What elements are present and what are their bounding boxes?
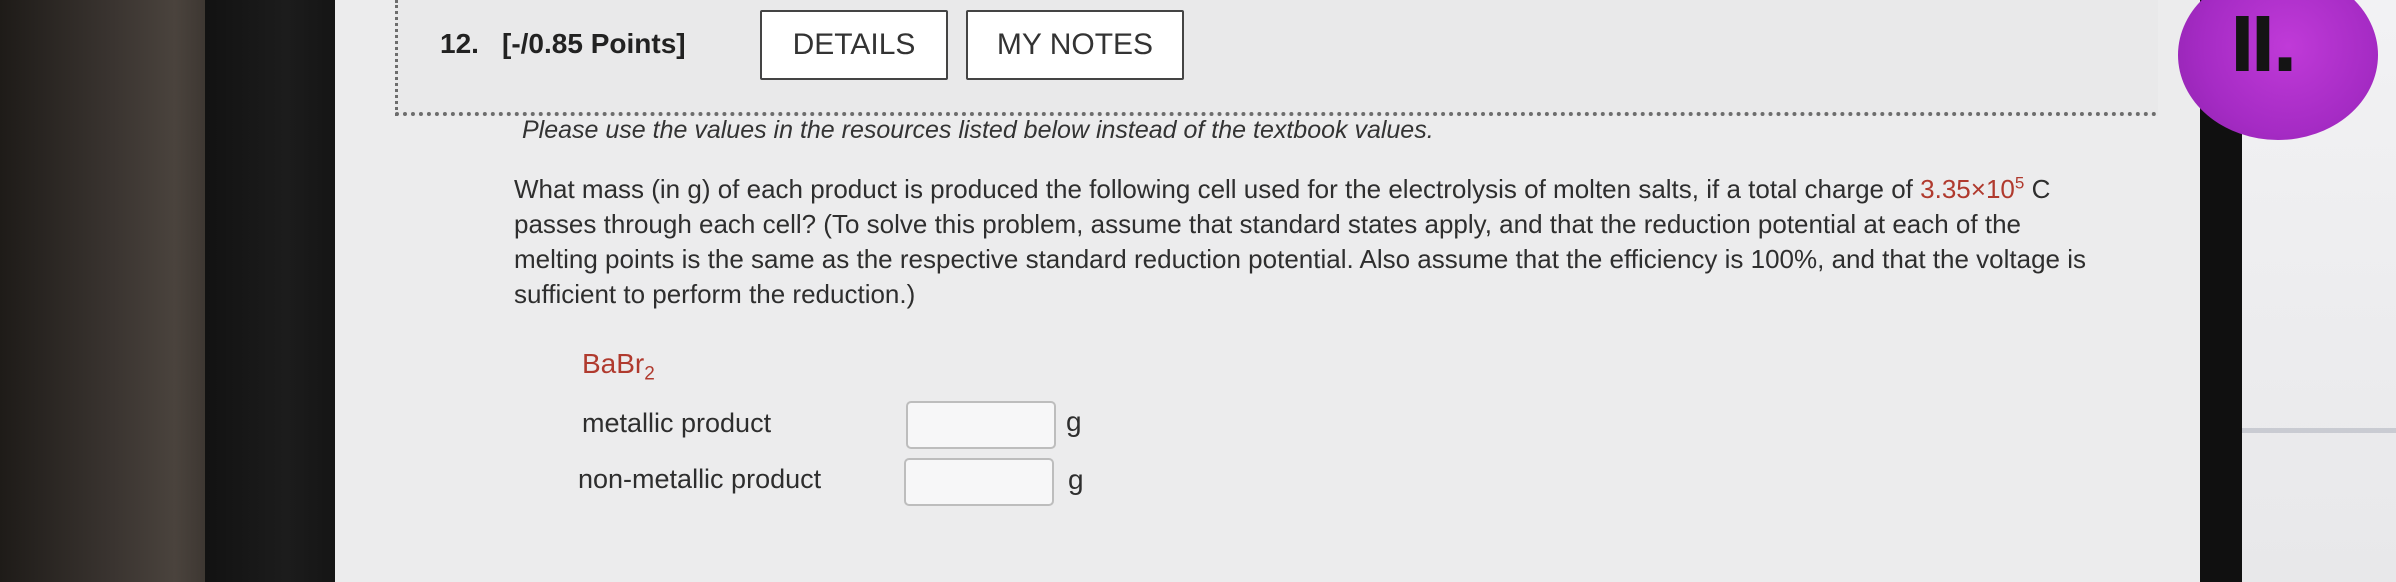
charge-base: 10	[1985, 174, 2015, 204]
question-number: 12.	[440, 28, 479, 59]
charge-mantissa: 3.35	[1920, 174, 1971, 204]
problem-statement: What mass (in g) of each product is prod…	[514, 172, 2104, 312]
nonmetallic-product-input[interactable]	[904, 458, 1054, 506]
instruction-text: Please use the values in the resources l…	[522, 116, 1434, 144]
question-points: [-/0.85 Points]	[502, 28, 686, 59]
metallic-product-label: metallic product	[582, 408, 772, 438]
sticker-text: ll.	[2230, 4, 2299, 88]
charge-times: ×	[1970, 174, 1986, 204]
paper-ruled-line	[2242, 428, 2396, 433]
metallic-product-input[interactable]	[906, 401, 1056, 449]
monitor-bezel-left	[205, 0, 340, 582]
charge-value: 3.35×105	[1920, 174, 2024, 204]
my-notes-button[interactable]: MY NOTES	[966, 10, 1184, 80]
compound-subscript: 2	[644, 363, 655, 385]
compound-formula: BaBr2	[582, 348, 655, 384]
details-button[interactable]: DETAILS	[760, 10, 948, 80]
nonmetallic-unit: g	[1068, 464, 1084, 495]
metallic-unit: g	[1066, 406, 1082, 437]
charge-exponent: 5	[2014, 173, 2025, 193]
compound-base: BaBr	[582, 348, 645, 379]
problem-text-part1: What mass (in g) of each product is prod…	[514, 174, 1913, 204]
nonmetallic-product-label: non-metallic product	[578, 464, 822, 494]
